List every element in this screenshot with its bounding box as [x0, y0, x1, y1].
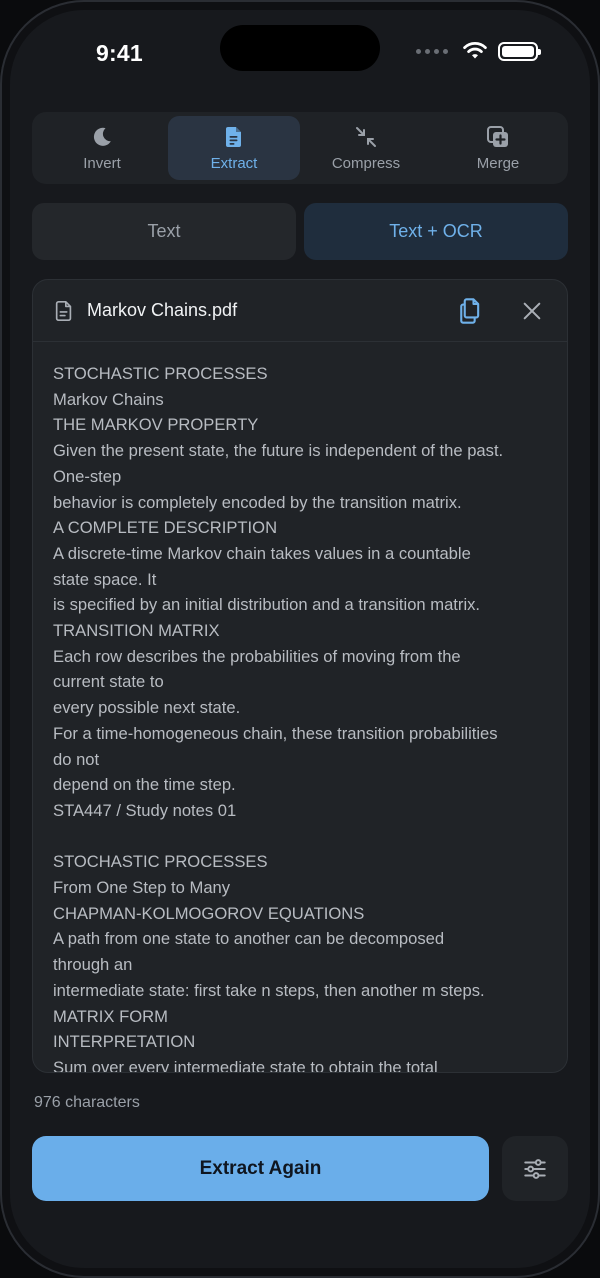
- tool-invert[interactable]: Invert: [36, 116, 168, 180]
- tool-extract[interactable]: Extract: [168, 116, 300, 180]
- document-card: Markov Chains.pdf STOCHASTIC PROCESSES Ma…: [32, 279, 568, 1073]
- text-line: do not: [53, 749, 100, 769]
- text-line: THE MARKOV PROPERTY: [53, 415, 259, 435]
- text-line: MATRIX FORM: [53, 1006, 168, 1026]
- text-line: behavior is completely encoded by the tr…: [53, 492, 462, 512]
- text-line: From One Step to Many: [53, 878, 231, 898]
- mode-text-ocr[interactable]: Text + OCR: [304, 203, 568, 260]
- character-count: 976 characters: [34, 1094, 140, 1111]
- text-line: state space. It: [53, 569, 157, 589]
- mode-toggle: Text Text + OCR: [32, 203, 568, 260]
- stack-plus-icon: [487, 125, 508, 147]
- tool-label: Compress: [331, 154, 401, 172]
- battery-icon: [498, 41, 541, 61]
- text-line: For a time-homogeneous chain, these tran…: [53, 723, 498, 743]
- text-line: Markov Chains: [53, 389, 164, 409]
- text-line: intermediate state: first take n steps, …: [53, 980, 485, 1000]
- text-line: current state to: [53, 672, 164, 692]
- text-line: every possible next state.: [53, 698, 241, 718]
- text-line: INTERPRETATION: [53, 1032, 196, 1052]
- text-line: through an: [53, 955, 133, 975]
- wifi-icon: [463, 42, 487, 59]
- text-line: STA447 / Study notes 01: [53, 800, 237, 820]
- text-line: Given the present state, the future is i…: [53, 441, 504, 461]
- text-line: depend on the time step.: [53, 775, 236, 795]
- copy-icon: [460, 297, 480, 324]
- file-name: Markov Chains.pdf: [87, 300, 238, 320]
- device-frame: 9:41 Invert Extract Compress Merge Text …: [0, 0, 600, 1278]
- compress-arrows-icon: [356, 126, 376, 147]
- text-line: A COMPLETE DESCRIPTION: [53, 518, 278, 538]
- text-line: CHAPMAN-KOLMOGOROV EQUATIONS: [53, 903, 365, 923]
- settings-button[interactable]: [502, 1136, 568, 1201]
- app-screen: 9:41 Invert Extract Compress Merge Text …: [10, 10, 590, 1268]
- text-line: A discrete-time Markov chain takes value…: [53, 543, 471, 563]
- text-line: One-step: [53, 466, 122, 486]
- close-icon: [523, 302, 541, 319]
- text-line: Each row describes the probabilities of …: [53, 646, 461, 666]
- extract-again-button[interactable]: Extract Again: [32, 1136, 489, 1201]
- tool-label: Invert: [83, 154, 121, 172]
- text-line: STOCHASTIC PROCESSES: [53, 852, 268, 872]
- text-line: is specified by an initial distribution …: [53, 595, 481, 615]
- document-header: Markov Chains.pdf: [33, 280, 567, 342]
- extracted-text[interactable]: STOCHASTIC PROCESSES Markov Chains THE MAR…: [33, 342, 567, 1072]
- signal-dots-icon: [416, 48, 448, 54]
- tool-compress[interactable]: Compress: [300, 116, 432, 180]
- tool-label: Merge: [476, 154, 520, 172]
- copy-button[interactable]: [453, 294, 487, 328]
- text-line: TRANSITION MATRIX: [53, 621, 220, 641]
- sliders-icon: [524, 1158, 546, 1179]
- text-line: STOCHASTIC PROCESSES: [53, 364, 268, 383]
- status-icons: [416, 41, 541, 61]
- dynamic-island: [220, 25, 380, 71]
- text-line: A path from one state to another can be …: [53, 929, 445, 949]
- tool-label: Extract: [210, 154, 258, 172]
- tool-merge[interactable]: Merge: [432, 116, 564, 180]
- text-line: Sum over every intermediate state to obt…: [53, 1057, 438, 1072]
- text-line: [53, 824, 547, 850]
- file-icon: [55, 300, 72, 321]
- mode-text[interactable]: Text: [32, 203, 296, 260]
- close-button[interactable]: [517, 296, 547, 326]
- status-time: 9:41: [96, 40, 143, 66]
- document-icon: [226, 126, 241, 147]
- tool-selector: Invert Extract Compress Merge: [32, 112, 568, 184]
- moon-icon: [93, 127, 111, 146]
